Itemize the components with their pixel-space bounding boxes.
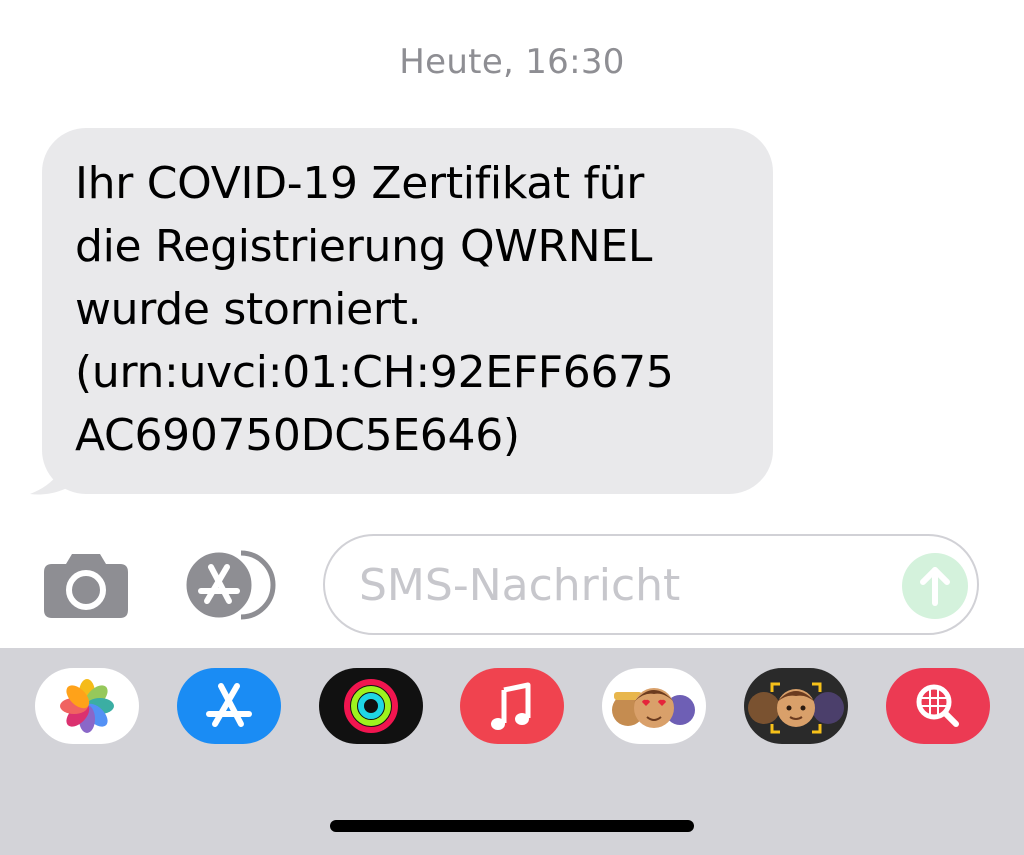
music-icon bbox=[491, 682, 531, 730]
message-input-placeholder: SMS-Nachricht bbox=[359, 560, 681, 611]
camera-button[interactable] bbox=[44, 552, 128, 618]
photos-app-button[interactable] bbox=[35, 668, 139, 744]
message-text: Ihr COVID-19 Zertifikat für die Registri… bbox=[75, 158, 674, 461]
app-drawer bbox=[0, 648, 1024, 855]
memoji-stickers-icon bbox=[612, 688, 695, 728]
camera-icon bbox=[44, 554, 128, 618]
apps-button[interactable] bbox=[183, 549, 279, 621]
memoji-app-button[interactable] bbox=[744, 668, 848, 744]
memoji-icon bbox=[748, 682, 844, 734]
images-search-icon bbox=[916, 684, 959, 727]
message-input[interactable]: SMS-Nachricht bbox=[323, 534, 979, 635]
photos-icon bbox=[60, 679, 114, 733]
music-app-button[interactable] bbox=[460, 668, 564, 744]
memoji-stickers-app-button[interactable] bbox=[602, 668, 706, 744]
home-indicator[interactable] bbox=[330, 820, 694, 832]
arrow-up-icon bbox=[920, 567, 950, 606]
incoming-message-bubble[interactable]: Ihr COVID-19 Zertifikat für die Registri… bbox=[42, 128, 773, 494]
send-button[interactable] bbox=[902, 553, 968, 619]
app-store-icon bbox=[206, 683, 252, 727]
message-timestamp: Heute, 16:30 bbox=[399, 42, 625, 82]
activity-app-button[interactable] bbox=[319, 668, 423, 744]
app-store-app-button[interactable] bbox=[177, 668, 281, 744]
activity-icon bbox=[344, 679, 398, 733]
app-store-icon bbox=[183, 549, 276, 621]
images-search-app-button[interactable] bbox=[886, 668, 990, 744]
